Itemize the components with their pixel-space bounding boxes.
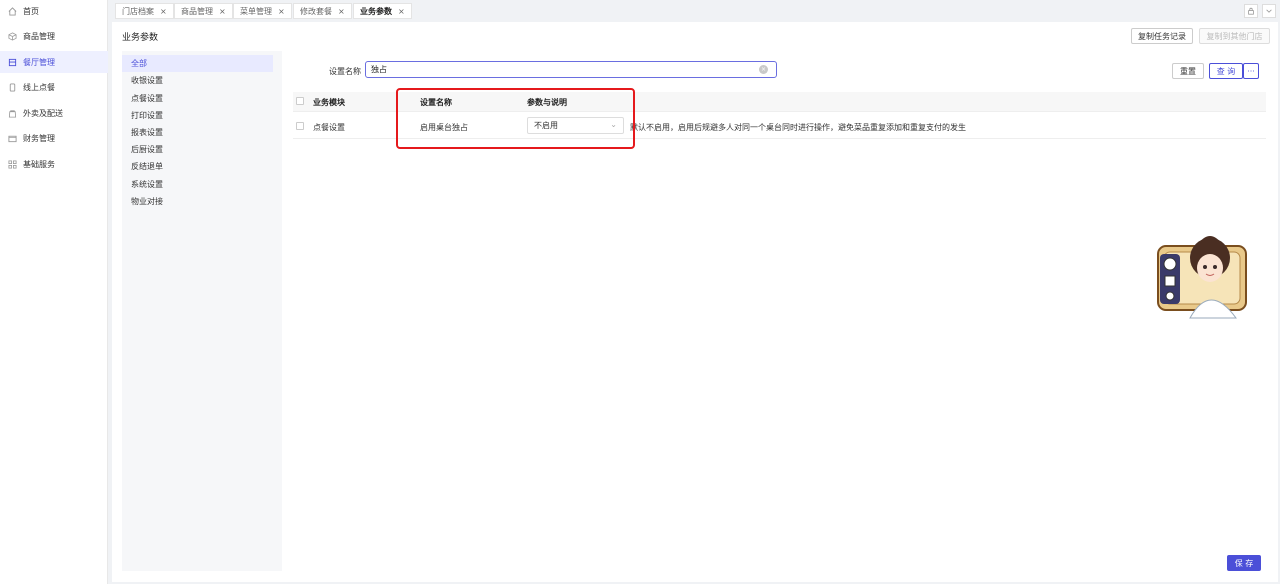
- sidebar-item-label: 餐厅管理: [23, 57, 55, 67]
- row-checkbox[interactable]: [296, 122, 304, 130]
- category-item[interactable]: 打印设置: [122, 107, 273, 124]
- tab-edit-combo[interactable]: 修改套餐 ×: [293, 3, 352, 19]
- mascot-sticker-image: [1157, 236, 1247, 319]
- reset-button[interactable]: 重置: [1172, 63, 1204, 79]
- sidebar-item-restaurant[interactable]: 餐厅管理: [0, 51, 108, 73]
- category-item[interactable]: 后厨设置: [122, 141, 273, 158]
- query-button[interactable]: 查 询: [1209, 63, 1243, 79]
- sidebar-item-label: 首页: [23, 6, 39, 16]
- restaurant-icon: [6, 56, 18, 68]
- close-icon[interactable]: ×: [278, 7, 285, 16]
- sidebar-item-delivery[interactable]: 外卖及配送: [0, 102, 108, 124]
- tab-store-archive[interactable]: 门店档案 ×: [115, 3, 174, 19]
- close-icon[interactable]: ×: [160, 7, 167, 16]
- tab-label: 菜单管理: [240, 6, 272, 16]
- category-item[interactable]: 全部: [122, 55, 273, 72]
- category-item[interactable]: 报表设置: [122, 124, 273, 141]
- close-icon[interactable]: ×: [398, 7, 405, 16]
- tab-business-params[interactable]: 业务参数 ×: [353, 3, 412, 19]
- page-title: 业务参数: [122, 33, 159, 43]
- category-panel: 全部 收银设置 点餐设置 打印设置 报表设置 后厨设置 反结退单 系统设置 物业…: [122, 51, 282, 571]
- main-panel: 业务参数 复制任务记录 复制到其他门店 全部 收银设置 点餐设置 打印设置 报表…: [112, 22, 1278, 582]
- category-item[interactable]: 物业对接: [122, 193, 273, 210]
- lock-icon[interactable]: [1244, 4, 1258, 18]
- tab-label: 业务参数: [360, 6, 392, 16]
- delivery-icon: [6, 107, 18, 119]
- chevron-down-icon[interactable]: [1262, 4, 1276, 18]
- description-cell: 默认不启用，启用后规避多人对同一个桌台同时进行操作，避免菜品重复添加和重复支付的…: [630, 123, 966, 132]
- phone-icon: [6, 81, 18, 93]
- sidebar-item-online-order[interactable]: 线上点餐: [0, 76, 108, 98]
- category-item[interactable]: 点餐设置: [122, 90, 273, 107]
- sidebar-item-label: 基础服务: [23, 159, 55, 169]
- column-header: 业务模块: [313, 98, 345, 107]
- wallet-icon: [6, 132, 18, 144]
- search-input-value: 独占: [371, 65, 387, 74]
- tab-menu-management[interactable]: 菜单管理 ×: [233, 3, 292, 19]
- tab-product-management[interactable]: 商品管理 ×: [174, 3, 233, 19]
- save-button[interactable]: 保 存: [1227, 555, 1261, 571]
- search-input[interactable]: 独占 ×: [365, 61, 777, 78]
- sidebar-item-basic-service[interactable]: 基础服务: [0, 153, 108, 175]
- category-item[interactable]: 收银设置: [122, 72, 273, 89]
- sidebar-item-label: 外卖及配送: [23, 108, 63, 118]
- box-icon: [6, 30, 18, 42]
- more-options-button[interactable]: ···: [1243, 63, 1259, 79]
- highlight-box: [396, 88, 635, 149]
- sidebar-item-label: 线上点餐: [23, 82, 55, 92]
- close-icon[interactable]: ×: [219, 7, 226, 16]
- tab-label: 修改套餐: [300, 6, 332, 16]
- grid-icon: [6, 158, 18, 170]
- tab-label: 门店档案: [122, 6, 154, 16]
- module-cell: 点餐设置: [313, 123, 345, 132]
- close-icon[interactable]: ×: [338, 7, 345, 16]
- sidebar: 首页 商品管理 餐厅管理 线上点餐 外卖及配送 财务管理 基础服务: [0, 0, 108, 584]
- sidebar-item-label: 商品管理: [23, 31, 55, 41]
- clear-icon[interactable]: ×: [759, 65, 768, 74]
- home-icon: [6, 5, 18, 17]
- sidebar-item-products[interactable]: 商品管理: [0, 25, 108, 47]
- sidebar-item-finance[interactable]: 财务管理: [0, 127, 108, 149]
- tab-bar: 门店档案 × 商品管理 × 菜单管理 × 修改套餐 × 业务参数 ×: [112, 0, 1280, 22]
- select-all-checkbox[interactable]: [296, 97, 304, 105]
- category-item[interactable]: 反结退单: [122, 158, 273, 175]
- sidebar-item-home[interactable]: 首页: [0, 0, 108, 22]
- sidebar-item-label: 财务管理: [23, 133, 55, 143]
- search-label: 设置名称: [329, 67, 361, 76]
- copy-task-record-button[interactable]: 复制任务记录: [1131, 28, 1193, 44]
- copy-to-other-stores-button[interactable]: 复制到其他门店: [1199, 28, 1270, 44]
- category-item[interactable]: 系统设置: [122, 176, 273, 193]
- tab-label: 商品管理: [181, 6, 213, 16]
